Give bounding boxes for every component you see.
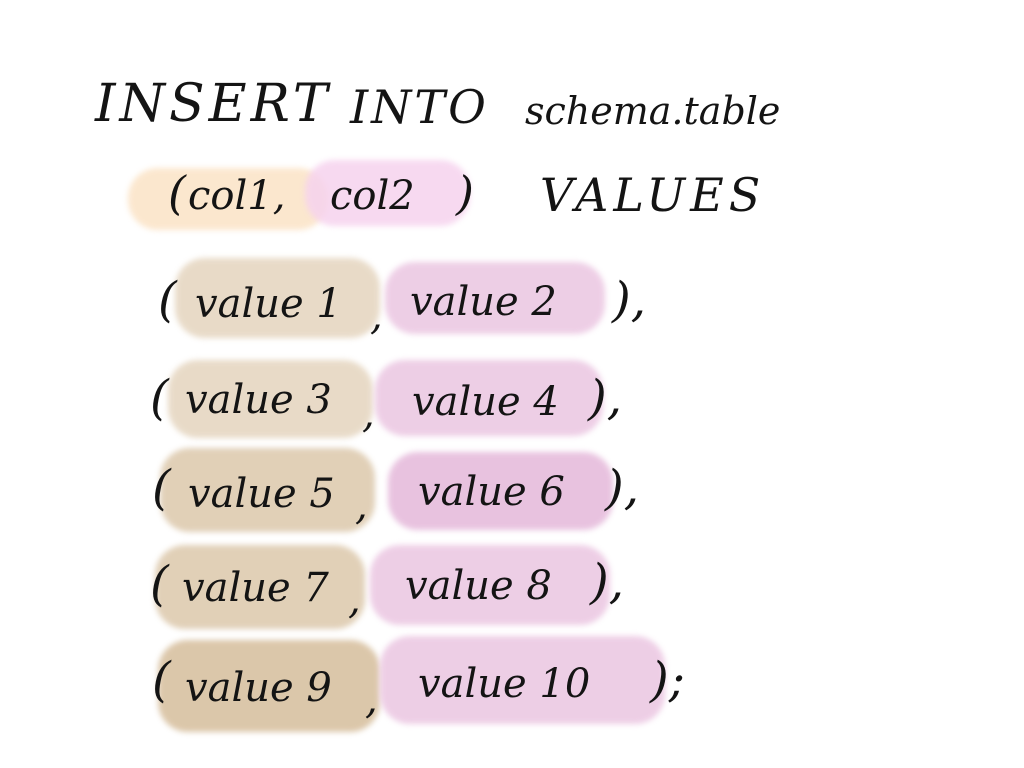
value-7: value 7 bbox=[182, 565, 329, 611]
row-2-close: ), bbox=[588, 370, 622, 426]
table-name: schema.table bbox=[525, 89, 781, 133]
row-4-close: ), bbox=[590, 554, 624, 610]
row-3-separator: , bbox=[355, 483, 368, 529]
value-5: value 5 bbox=[188, 471, 335, 517]
insert-keyword: INSERT bbox=[95, 74, 332, 134]
values-keyword: VALUES bbox=[540, 168, 766, 222]
row-3-open-paren: ( bbox=[152, 460, 171, 516]
row-1-separator: , bbox=[370, 293, 383, 339]
row-4-open-paren: ( bbox=[150, 556, 169, 612]
row-5-close: ); bbox=[650, 652, 685, 708]
row-5-separator: , bbox=[365, 677, 378, 723]
row-1-open-paren: ( bbox=[158, 272, 177, 328]
value-4: value 4 bbox=[412, 379, 559, 425]
row-4-separator: , bbox=[348, 577, 361, 623]
value-9: value 9 bbox=[185, 665, 332, 711]
value-6: value 6 bbox=[418, 469, 565, 515]
whiteboard-canvas: INSERT INTO schema.table ( col1, col2 ) … bbox=[0, 0, 1024, 768]
value-10: value 10 bbox=[418, 661, 591, 707]
value-2: value 2 bbox=[410, 279, 557, 325]
row-3-close: ), bbox=[605, 460, 639, 516]
row-1-close: ), bbox=[612, 272, 646, 328]
row-2-open-paren: ( bbox=[150, 370, 169, 426]
row-5-open-paren: ( bbox=[152, 652, 171, 708]
into-keyword: INTO bbox=[350, 80, 489, 134]
columns-close-paren: ) bbox=[456, 166, 474, 220]
row-2-separator: , bbox=[362, 391, 375, 437]
value-1: value 1 bbox=[195, 281, 342, 327]
value-3: value 3 bbox=[185, 377, 332, 423]
column-2-name: col2 bbox=[330, 173, 415, 219]
column-1-name: col1, bbox=[188, 173, 286, 219]
value-8: value 8 bbox=[405, 563, 552, 609]
columns-open-paren: ( bbox=[168, 166, 186, 220]
